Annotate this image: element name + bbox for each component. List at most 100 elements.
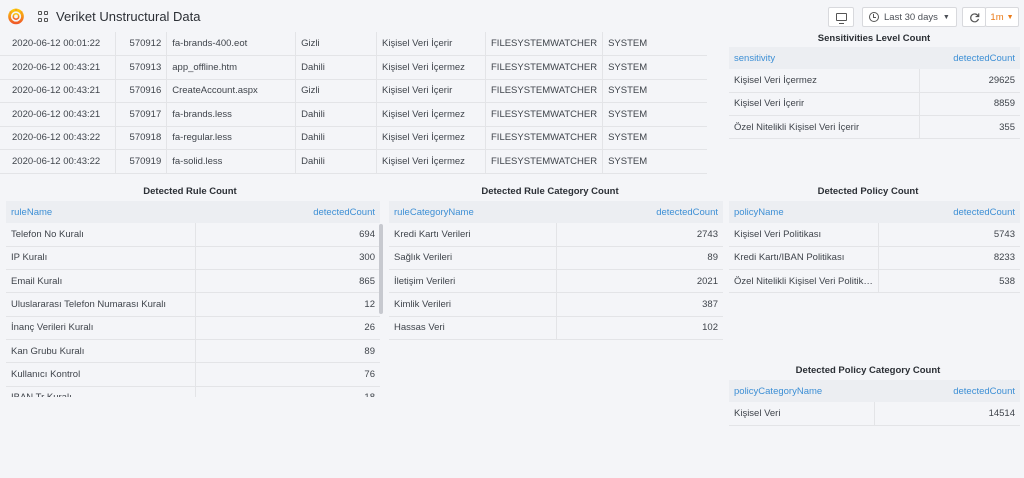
- table-row: 2020-06-12 00:43:21 570917 fa-brands.less D…: [0, 102, 707, 127]
- tv-mode-button[interactable]: [828, 7, 854, 27]
- event-date: 2020-06-12 00:43:21: [0, 55, 116, 80]
- rule-name: Telefon No Kuralı: [6, 223, 195, 247]
- event-date: 2020-06-12 00:43:22: [0, 126, 116, 150]
- column-header-rule-category-name[interactable]: ruleCategoryName: [389, 201, 556, 223]
- table-row: IP Kuralı 300: [6, 246, 380, 271]
- detected-count: 355: [918, 115, 1020, 140]
- refresh-button[interactable]: [962, 7, 986, 27]
- event-file-name: app_offline.htm: [166, 55, 296, 80]
- event-date: 2020-06-12 00:01:22: [0, 32, 116, 56]
- sensitivity-name: Kişisel Veri İçerir: [729, 92, 920, 117]
- rules-table: ruleName detectedCount Telefon No Kuralı…: [6, 201, 380, 397]
- detected-count: 89: [555, 246, 723, 271]
- column-header-sensitivity[interactable]: sensitivity: [729, 47, 920, 69]
- table-row: Kredi Kartı/IBAN Politikası 8233: [729, 246, 1020, 271]
- policy-name: Kişisel Veri Politikası: [729, 223, 879, 247]
- detected-count: 89: [194, 339, 380, 364]
- detected-count: 102: [555, 316, 723, 340]
- event-category: Kişisel Veri İçerir: [376, 32, 486, 56]
- rules-scrollbar[interactable]: [379, 224, 383, 314]
- column-header-detected-count[interactable]: detectedCount: [874, 380, 1020, 402]
- table-row: Özel Nitelikli Kişisel Veri Politik… 538: [729, 269, 1020, 294]
- rule-category-name: Kimlik Verileri: [389, 292, 556, 317]
- event-id: 570917: [114, 102, 167, 127]
- dashboard-title[interactable]: Veriket Unstructural Data: [56, 9, 201, 24]
- event-user: SYSTEM: [602, 102, 707, 127]
- time-range-picker[interactable]: Last 30 days ▼: [862, 7, 957, 27]
- event-source: FILESYSTEMWATCHER: [484, 79, 603, 103]
- event-id: 570913: [114, 55, 167, 80]
- event-file-name: fa-regular.less: [166, 126, 296, 150]
- event-sensitivity: Gizli: [295, 79, 377, 103]
- event-id: 570916: [114, 79, 167, 103]
- event-source: FILESYSTEMWATCHER: [484, 32, 603, 56]
- event-category: Kişisel Veri İçerir: [376, 79, 486, 103]
- refresh-interval-picker[interactable]: 1m ▼: [985, 7, 1019, 27]
- table-row: Kişisel Veri 14514: [729, 402, 1020, 426]
- panel-title-policy-categories: Detected Policy Category Count: [795, 365, 941, 376]
- detected-count: 694: [194, 223, 380, 247]
- chevron-down-icon: ▼: [942, 13, 950, 21]
- panel-title-rules: Detected Rule Count: [143, 186, 237, 197]
- column-header-detected-count[interactable]: detectedCount: [556, 201, 723, 223]
- rule-name: IP Kuralı: [6, 246, 195, 271]
- monitor-icon: [835, 13, 847, 24]
- rule-name: Email Kuralı: [6, 269, 195, 294]
- table-row: Kişisel Veri İçerir 8859: [729, 92, 1020, 117]
- column-header-detected-count[interactable]: detectedCount: [919, 47, 1020, 69]
- detected-count: 5743: [877, 223, 1020, 247]
- event-sensitivity: Gizli: [295, 32, 377, 56]
- rule-category-name: Kredi Kartı Verileri: [389, 223, 556, 247]
- chevron-down-icon: ▼: [1006, 13, 1014, 21]
- rule-name: Uluslararası Telefon Numarası Kuralı: [6, 292, 195, 317]
- sensitivity-name: Özel Nitelikli Kişisel Veri İçerir: [729, 115, 920, 140]
- policy-categories-table: policyCategoryName detectedCount Kişisel…: [729, 380, 1020, 426]
- detected-count: 14514: [873, 402, 1020, 426]
- rule-category-name: Sağlık Verileri: [389, 246, 556, 271]
- column-header-rule-name[interactable]: ruleName: [6, 201, 195, 223]
- detected-count: 865: [194, 269, 380, 294]
- table-row: Email Kuralı 865: [6, 269, 380, 294]
- event-user: SYSTEM: [602, 55, 707, 80]
- rules-panel-scroll[interactable]: ruleName detectedCount Telefon No Kuralı…: [6, 201, 380, 397]
- column-header-detected-count[interactable]: detectedCount: [878, 201, 1020, 223]
- table-row: IBAN Tr Kuralı18: [6, 386, 380, 397]
- table-row: İletişim Verileri 2021: [389, 269, 723, 294]
- table-row: Kullanıcı Kontrol 76: [6, 362, 380, 387]
- policy-category-name: Kişisel Veri: [729, 402, 874, 426]
- table-row: Telefon No Kuralı 694: [6, 223, 380, 247]
- detected-count: 2021: [555, 269, 723, 294]
- event-category: Kişisel Veri İçermez: [376, 149, 486, 174]
- table-row: Kişisel Veri İçermez 29625: [729, 69, 1020, 93]
- detected-count: 387: [555, 292, 723, 317]
- table-row: Özel Nitelikli Kişisel Veri İçerir 355: [729, 115, 1020, 140]
- event-sensitivity: Dahili: [295, 55, 377, 80]
- panel-title-rule-categories: Detected Rule Category Count: [481, 186, 619, 197]
- event-date: 2020-06-12 00:43:21: [0, 102, 116, 127]
- table-row: Sağlık Verileri 89: [389, 246, 723, 271]
- table-row: 2020-06-12 00:01:22 570912 fa-brands-400.e…: [0, 32, 707, 56]
- rule-categories-table: ruleCategoryName detectedCount Kredi Kar…: [389, 201, 723, 340]
- column-header-detected-count[interactable]: detectedCount: [195, 201, 380, 223]
- column-header-policy-category-name[interactable]: policyCategoryName: [729, 380, 874, 402]
- detected-count: 12: [194, 292, 380, 317]
- detected-count: 18: [194, 386, 380, 397]
- event-user: SYSTEM: [602, 149, 707, 174]
- detected-count: 2743: [555, 223, 723, 247]
- column-header-policy-name[interactable]: policyName: [729, 201, 879, 223]
- panel-title-sensitivities: Sensitivities Level Count: [817, 33, 931, 44]
- dashboard-grid-icon[interactable]: [38, 11, 49, 22]
- rule-category-name: Hassas Veri: [389, 316, 556, 340]
- rule-name: Kan Grubu Kuralı: [6, 339, 195, 364]
- refresh-icon: [969, 12, 979, 22]
- rule-category-name: İletişim Verileri: [389, 269, 556, 294]
- grafana-logo-icon[interactable]: [7, 7, 25, 25]
- policy-name: Özel Nitelikli Kişisel Veri Politik…: [729, 269, 879, 294]
- refresh-interval-label: 1m: [990, 11, 1004, 23]
- sensitivity-name: Kişisel Veri İçermez: [729, 69, 920, 93]
- policies-table: policyName detectedCount Kişisel Veri Po…: [729, 201, 1020, 294]
- event-id: 570918: [114, 126, 167, 150]
- detected-count: 26: [194, 316, 380, 340]
- event-sensitivity: Dahili: [295, 126, 377, 150]
- event-category: Kişisel Veri İçermez: [376, 126, 486, 150]
